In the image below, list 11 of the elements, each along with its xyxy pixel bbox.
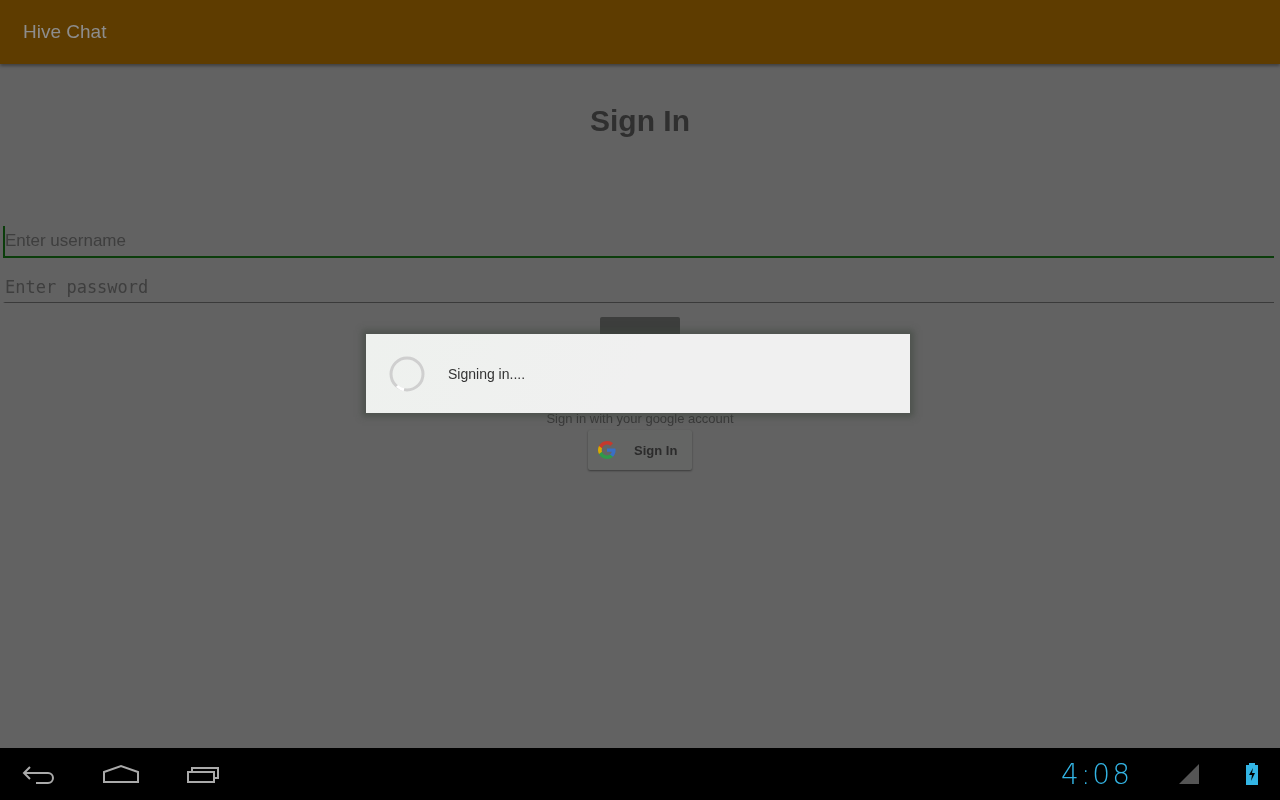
home-icon[interactable]: [102, 764, 140, 784]
app-title: Hive Chat: [23, 21, 107, 43]
clock-time: 4:08: [1061, 757, 1132, 791]
google-logo-icon: [598, 441, 616, 459]
loading-spinner-icon: [388, 354, 426, 393]
signal-icon: [1178, 763, 1200, 785]
recent-apps-icon[interactable]: [186, 764, 222, 784]
back-icon[interactable]: [22, 764, 56, 784]
battery-charging-icon: [1246, 763, 1258, 785]
google-sign-in-button[interactable]: Sign In: [588, 430, 692, 470]
dialog-message: Signing in....: [448, 365, 526, 382]
